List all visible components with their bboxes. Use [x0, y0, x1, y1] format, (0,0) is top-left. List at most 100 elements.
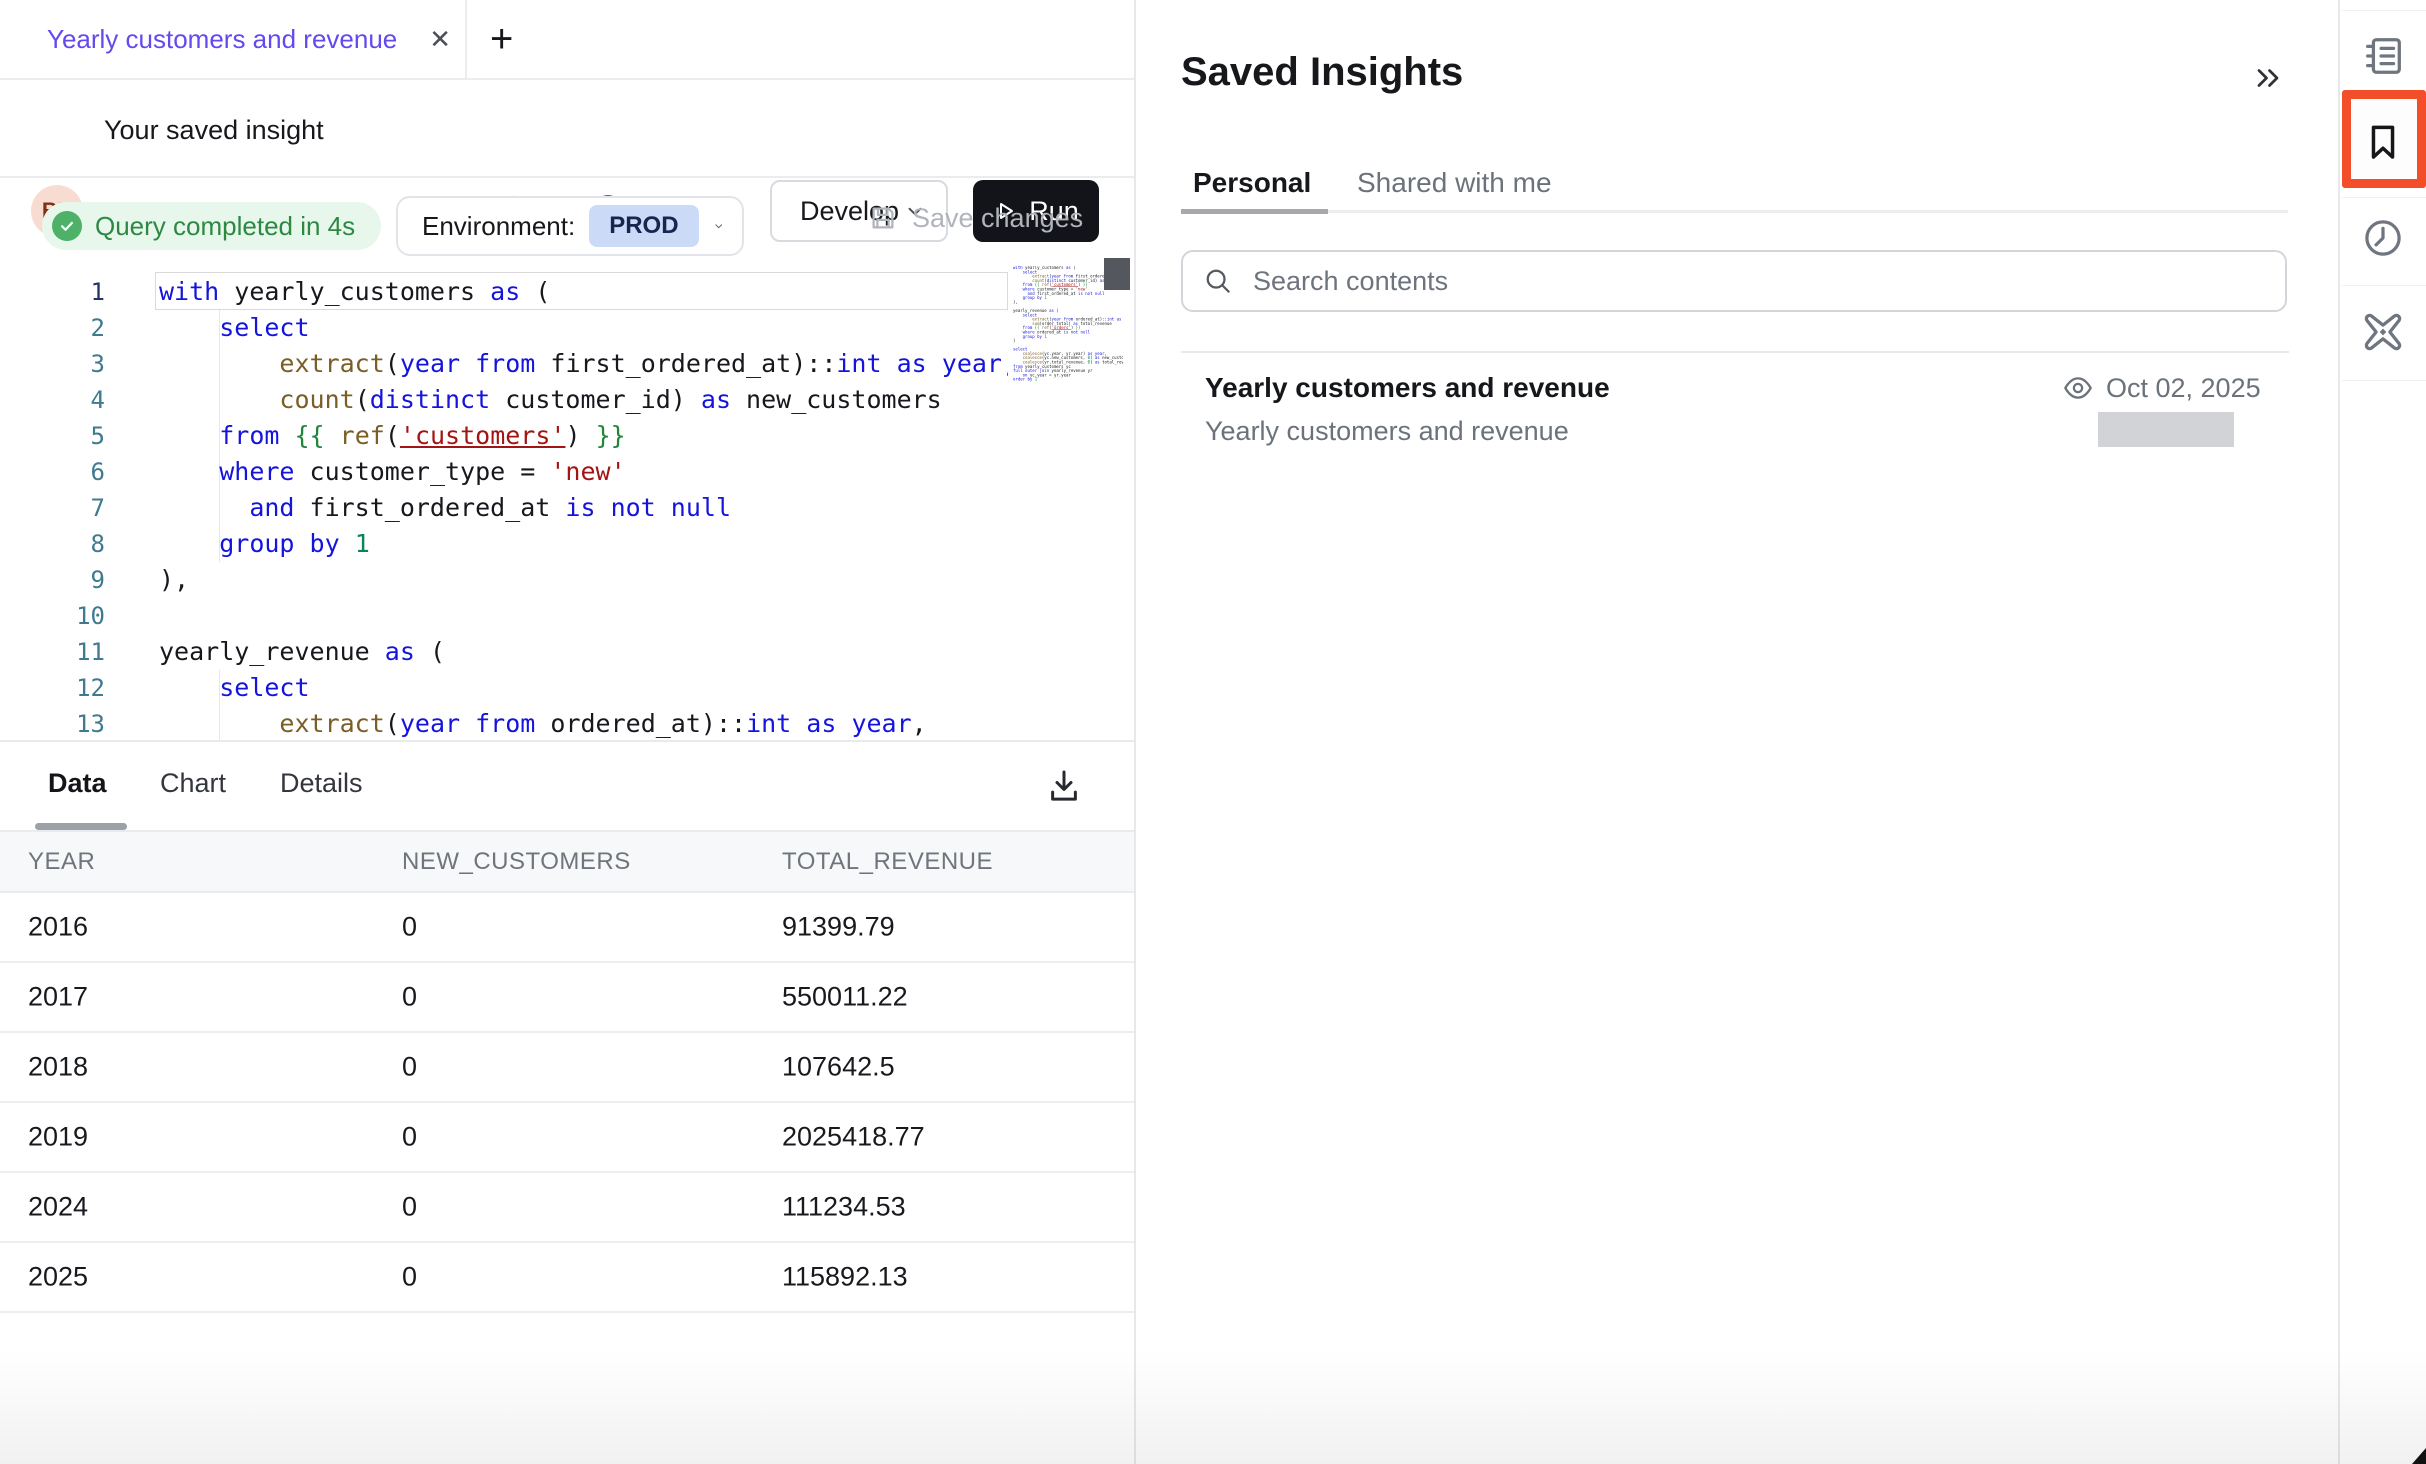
- rail-divider: [2342, 380, 2426, 381]
- table-cell: 0: [402, 982, 417, 1013]
- tab-title[interactable]: Yearly customers and revenue: [47, 24, 397, 55]
- search-box[interactable]: [1181, 250, 2287, 312]
- insight-item-date: Oct 02, 2025: [2106, 373, 2261, 404]
- insights-tab-bar: Personal Shared with me: [1138, 160, 2338, 206]
- panel-title: Saved Insights: [1181, 50, 1463, 95]
- insight-item-subtitle: Yearly customers and revenue: [1205, 416, 1569, 447]
- table-cell: 0: [402, 1262, 417, 1293]
- collapse-panel-button[interactable]: [2246, 56, 2290, 100]
- check-icon: [52, 211, 82, 241]
- code-text: from {{ ref('customers') }}: [159, 418, 626, 454]
- code-line[interactable]: 4 count(distinct customer_id) as new_cus…: [0, 382, 1008, 418]
- tab-data[interactable]: Data: [48, 742, 107, 824]
- code-text: extract(year from first_ordered_at)::int…: [159, 346, 1008, 382]
- tab-yearly-customers-and-revenue[interactable]: Yearly customers and revenue ✕: [0, 0, 451, 78]
- rail-item-saved-insights[interactable]: [2340, 96, 2426, 188]
- code-line[interactable]: 12 select: [0, 670, 1008, 706]
- saved-insight-item[interactable]: Yearly customers and revenue Oct 02, 202…: [1138, 360, 2338, 470]
- code-text: count(distinct customer_id) as new_custo…: [159, 382, 942, 418]
- table-cell: 115892.13: [782, 1262, 908, 1293]
- table-cell: 550011.22: [782, 982, 908, 1013]
- rail-item-history[interactable]: [2340, 192, 2426, 284]
- sql-editor[interactable]: 1with yearly_customers as (2 select3 ext…: [0, 258, 1134, 742]
- tab-personal[interactable]: Personal: [1193, 160, 1311, 206]
- code-line[interactable]: 7 and first_ordered_at is not null: [0, 490, 1008, 526]
- code-line[interactable]: 11yearly_revenue as (: [0, 634, 1008, 670]
- query-status-badge: Query completed in 4s: [42, 202, 381, 250]
- table-cell: 107642.5: [782, 1052, 895, 1083]
- environment-label: Environment:: [422, 211, 575, 242]
- line-number: 4: [0, 382, 105, 418]
- explore-icon: [2358, 307, 2408, 357]
- new-tab-button[interactable]: +: [490, 0, 513, 78]
- editor-lines: 1with yearly_customers as (2 select3 ext…: [0, 274, 1008, 742]
- line-number: 5: [0, 418, 105, 454]
- results-table-header: YEAR NEW_CUSTOMERS TOTAL_REVENUE: [0, 830, 1134, 893]
- save-changes-button[interactable]: Save changes: [868, 178, 1083, 258]
- table-cell: 0: [402, 1052, 417, 1083]
- status-row: Query completed in 4s Environment: PROD …: [0, 178, 1134, 258]
- table-row[interactable]: 20250115892.13: [0, 1243, 1134, 1313]
- active-tab-indicator: [1181, 209, 1328, 214]
- code-text: ),: [159, 562, 189, 598]
- code-line[interactable]: 5 from {{ ref('customers') }}: [0, 418, 1008, 454]
- table-row[interactable]: 2016091399.79: [0, 893, 1134, 963]
- active-tab-indicator: [35, 823, 127, 830]
- table-cell: 0: [402, 1122, 417, 1153]
- results-tab-bar: Data Chart Details: [0, 742, 1134, 830]
- close-tab-icon[interactable]: ✕: [429, 24, 451, 55]
- double-chevron-right-icon: [2250, 60, 2286, 96]
- table-cell: 2017: [28, 982, 88, 1013]
- column-header-new-customers: NEW_CUSTOMERS: [402, 848, 631, 876]
- tab-bar: Yearly customers and revenue ✕ +: [0, 0, 1134, 80]
- code-text: where customer_type = 'new': [159, 454, 626, 490]
- table-row[interactable]: 2017 0 550011.22: [0, 963, 1134, 1033]
- tab-shared-with-me[interactable]: Shared with me: [1357, 160, 1552, 206]
- table-cell: 2024: [28, 1192, 88, 1223]
- bookmark-icon: [2361, 120, 2405, 164]
- code-line[interactable]: 9),: [0, 562, 1008, 598]
- code-line[interactable]: 1with yearly_customers as (: [0, 274, 1008, 310]
- table-cell: 111234.53: [782, 1192, 906, 1223]
- search-icon: [1203, 266, 1233, 296]
- minimap-line: order by 1: [1013, 378, 1123, 382]
- column-header-total-revenue: TOTAL_REVENUE: [782, 848, 993, 876]
- code-text: group by 1: [159, 526, 370, 562]
- tab-details[interactable]: Details: [280, 742, 363, 824]
- rail-item-explore[interactable]: [2340, 286, 2426, 378]
- code-line[interactable]: 6 where customer_type = 'new': [0, 454, 1008, 490]
- history-clock-icon: [2360, 215, 2406, 261]
- table-row[interactable]: 201902025418.77: [0, 1103, 1134, 1173]
- code-line[interactable]: 10: [0, 598, 1008, 634]
- code-text: and first_ordered_at is not null: [159, 490, 731, 526]
- corner-mark: [2412, 1448, 2426, 1464]
- line-number: 6: [0, 454, 105, 490]
- line-number: 11: [0, 634, 105, 670]
- notebook-icon: [2360, 33, 2406, 79]
- table-row[interactable]: 2018 0 107642.5: [0, 1033, 1134, 1103]
- insight-item-title[interactable]: Yearly customers and revenue: [1205, 372, 1610, 404]
- eye-icon: [2062, 372, 2094, 404]
- table-row[interactable]: 20240111234.53: [0, 1173, 1134, 1243]
- code-line[interactable]: 3 extract(year from first_ordered_at)::i…: [0, 346, 1008, 382]
- table-cell: 91399.79: [782, 912, 895, 943]
- insight-item-meta: Oct 02, 2025: [2062, 372, 2261, 404]
- search-input[interactable]: [1253, 266, 2265, 297]
- code-line[interactable]: 13 extract(year from ordered_at)::int as…: [0, 706, 1008, 742]
- results-section: Data Chart Details YEAR NEW_CUSTOMERS TO…: [0, 742, 1134, 1464]
- editor-scrollbar[interactable]: [1104, 258, 1130, 290]
- save-icon: [868, 203, 898, 233]
- code-line[interactable]: 2 select: [0, 310, 1008, 346]
- code-text: select: [159, 670, 310, 706]
- editor-minimap[interactable]: with yearly_customers as ( select extrac…: [1013, 266, 1123, 726]
- tab-chart[interactable]: Chart: [160, 742, 226, 824]
- rail-item-notebook[interactable]: [2340, 10, 2426, 102]
- download-results-button[interactable]: [1040, 762, 1088, 810]
- table-cell: 2018: [28, 1052, 88, 1083]
- code-text: extract(year from ordered_at)::int as ye…: [159, 706, 927, 742]
- list-divider: [1181, 351, 2289, 353]
- environment-selector[interactable]: Environment: PROD: [396, 196, 744, 256]
- code-line[interactable]: 8 group by 1: [0, 526, 1008, 562]
- saved-insights-panel: Saved Insights Personal Shared with me Y…: [1138, 0, 2338, 1464]
- table-cell: 0: [402, 912, 417, 943]
